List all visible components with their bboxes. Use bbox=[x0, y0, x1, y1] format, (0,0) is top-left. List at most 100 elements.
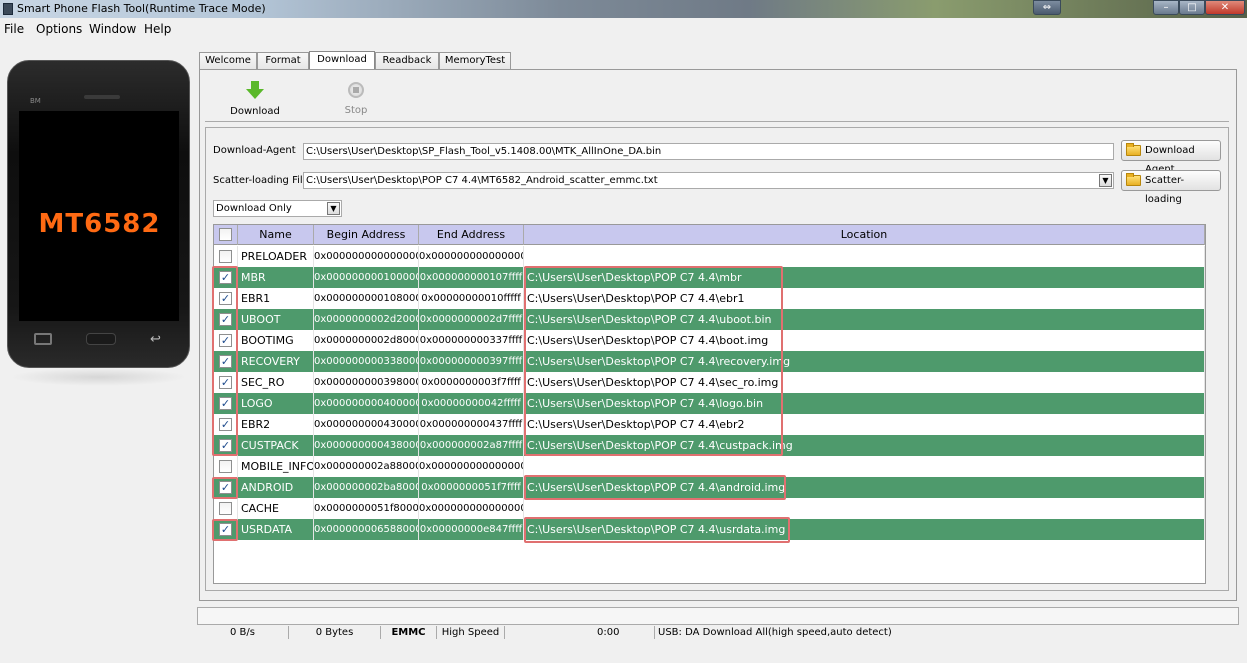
chip-model-label: MT6582 bbox=[38, 209, 161, 239]
tab-memorytest[interactable]: MemoryTest bbox=[439, 52, 511, 69]
stop-button[interactable]: Stop bbox=[326, 82, 386, 116]
annotation-highlight-box bbox=[212, 477, 238, 499]
minimize-button[interactable]: – bbox=[1153, 0, 1179, 15]
row-checkbox[interactable] bbox=[219, 460, 232, 473]
menu-options[interactable]: Options bbox=[36, 22, 82, 36]
row-end-address: 0x0000000000000000 bbox=[419, 246, 524, 267]
row-begin-address: 0x0000000004300000 bbox=[314, 414, 419, 435]
close-button[interactable]: ✕ bbox=[1205, 0, 1245, 15]
annotation-highlight-box bbox=[212, 519, 238, 541]
row-name: CUSTPACK bbox=[238, 435, 314, 456]
header-name[interactable]: Name bbox=[238, 225, 314, 245]
row-end-address: 0x00000000042fffff bbox=[419, 393, 524, 414]
row-checkbox-cell bbox=[214, 498, 238, 519]
row-begin-address: 0x0000000001000000 bbox=[314, 267, 419, 288]
window-title: Smart Phone Flash Tool(Runtime Trace Mod… bbox=[17, 2, 266, 15]
row-name: ANDROID bbox=[238, 477, 314, 498]
phone-brand: BM bbox=[30, 97, 41, 105]
header-location[interactable]: Location bbox=[524, 225, 1205, 245]
row-end-address: 0x0000000002d7ffff bbox=[419, 309, 524, 330]
table-row[interactable]: MOBILE_INFO 0x000000002a880000 0x000000000… bbox=[214, 456, 1205, 477]
swap-icon[interactable]: ⇔ bbox=[1033, 0, 1061, 15]
row-begin-address: 0x0000000003980000 bbox=[314, 372, 419, 393]
row-name: SEC_RO bbox=[238, 372, 314, 393]
phone-menu-key-icon bbox=[34, 333, 52, 345]
header-select-all[interactable] bbox=[214, 225, 238, 245]
table-header: Name Begin Address End Address Location bbox=[214, 225, 1205, 245]
download-agent-field[interactable]: C:\Users\User\Desktop\SP_Flash_Tool_v5.1… bbox=[303, 143, 1114, 160]
row-name: PRELOADER bbox=[238, 246, 314, 267]
status-bar: 0 B/s 0 Bytes EMMC High Speed 0:00 USB: … bbox=[197, 626, 1239, 639]
stop-icon bbox=[348, 82, 364, 98]
row-begin-address: 0x0000000051f80000 bbox=[314, 498, 419, 519]
download-button[interactable]: Download bbox=[225, 81, 285, 117]
row-end-address: 0x000000002a87ffff bbox=[419, 435, 524, 456]
select-all-checkbox[interactable] bbox=[219, 228, 232, 241]
row-checkbox-cell bbox=[214, 456, 238, 477]
row-end-address: 0x0000000003f7ffff bbox=[419, 372, 524, 393]
title-bar: Smart Phone Flash Tool(Runtime Trace Mod… bbox=[0, 0, 1247, 18]
download-agent-button[interactable]: Download Agent bbox=[1121, 140, 1221, 175]
download-agent-label: Download-Agent bbox=[213, 145, 296, 156]
chevron-down-icon[interactable]: ▼ bbox=[1099, 174, 1112, 187]
row-end-address: 0x000000000437ffff bbox=[419, 414, 524, 435]
row-location bbox=[524, 456, 1205, 477]
row-begin-address: 0x0000000004000000 bbox=[314, 393, 419, 414]
row-name: UBOOT bbox=[238, 309, 314, 330]
row-end-address: 0x0000000051f7ffff bbox=[419, 477, 524, 498]
phone-image: BM MT6582 ↩ bbox=[7, 60, 190, 368]
scatter-file-field[interactable]: C:\Users\User\Desktop\POP C7 4.4\MT6582_… bbox=[303, 172, 1114, 189]
tab-format[interactable]: Format bbox=[257, 52, 309, 69]
scatter-loading-button-label: Scatter-loading bbox=[1145, 175, 1185, 205]
table-row[interactable]: CACHE 0x0000000051f80000 0x000000000000000… bbox=[214, 498, 1205, 519]
row-checkbox[interactable] bbox=[219, 250, 232, 263]
tab-welcome[interactable]: Welcome bbox=[199, 52, 257, 69]
row-name: LOGO bbox=[238, 393, 314, 414]
tab-readback[interactable]: Readback bbox=[375, 52, 439, 69]
row-begin-address: 0x0000000000000000 bbox=[314, 246, 419, 267]
table-row[interactable]: PRELOADER 0x0000000000000000 0x00000000000… bbox=[214, 246, 1205, 267]
row-begin-address: 0x000000002a880000 bbox=[314, 456, 419, 477]
download-button-label: Download bbox=[230, 106, 280, 117]
app-icon bbox=[3, 3, 13, 15]
download-mode-value: Download Only bbox=[216, 203, 292, 214]
menu-file[interactable]: File bbox=[4, 22, 24, 36]
row-name: CACHE bbox=[238, 498, 314, 519]
status-speed: 0 B/s bbox=[197, 626, 289, 639]
header-end-address[interactable]: End Address bbox=[419, 225, 524, 245]
phone-back-key-icon: ↩ bbox=[150, 332, 161, 347]
stop-button-label: Stop bbox=[344, 105, 368, 116]
row-end-address: 0x00000000010fffff bbox=[419, 288, 524, 309]
menu-help[interactable]: Help bbox=[144, 22, 171, 36]
download-mode-select[interactable]: Download Only ▼ bbox=[213, 200, 342, 217]
menu-window[interactable]: Window bbox=[89, 22, 136, 36]
annotation-highlight-box bbox=[524, 517, 790, 543]
header-begin-address[interactable]: Begin Address bbox=[314, 225, 419, 245]
folder-icon bbox=[1126, 173, 1141, 186]
row-begin-address: 0x0000000001080000 bbox=[314, 288, 419, 309]
row-location bbox=[524, 498, 1205, 519]
row-end-address: 0x00000000e847ffff bbox=[419, 519, 524, 540]
row-location bbox=[524, 246, 1205, 267]
row-checkbox[interactable] bbox=[219, 502, 232, 515]
row-begin-address: 0x000000002ba80000 bbox=[314, 477, 419, 498]
partition-table: Name Begin Address End Address Location … bbox=[212, 224, 1206, 584]
phone-home-key-icon bbox=[86, 333, 116, 345]
row-name: BOOTIMG bbox=[238, 330, 314, 351]
row-name: EBR1 bbox=[238, 288, 314, 309]
tab-download[interactable]: Download bbox=[309, 51, 375, 69]
maximize-button[interactable]: □ bbox=[1179, 0, 1205, 15]
folder-icon bbox=[1126, 143, 1141, 156]
scatter-file-value: C:\Users\User\Desktop\POP C7 4.4\MT6582_… bbox=[306, 175, 658, 186]
annotation-highlight-box bbox=[524, 266, 783, 456]
row-name: USRDATA bbox=[238, 519, 314, 540]
chevron-down-icon[interactable]: ▼ bbox=[327, 202, 340, 215]
status-storage: EMMC bbox=[381, 626, 437, 639]
status-bytes: 0 Bytes bbox=[289, 626, 381, 639]
phone-earpiece bbox=[84, 95, 120, 99]
row-checkbox-cell bbox=[214, 246, 238, 267]
scatter-file-label: Scatter-loading File bbox=[213, 175, 309, 186]
row-begin-address: 0x0000000002d20000 bbox=[314, 309, 419, 330]
status-mode: High Speed bbox=[437, 626, 505, 639]
scatter-loading-button[interactable]: Scatter-loading bbox=[1121, 170, 1221, 205]
